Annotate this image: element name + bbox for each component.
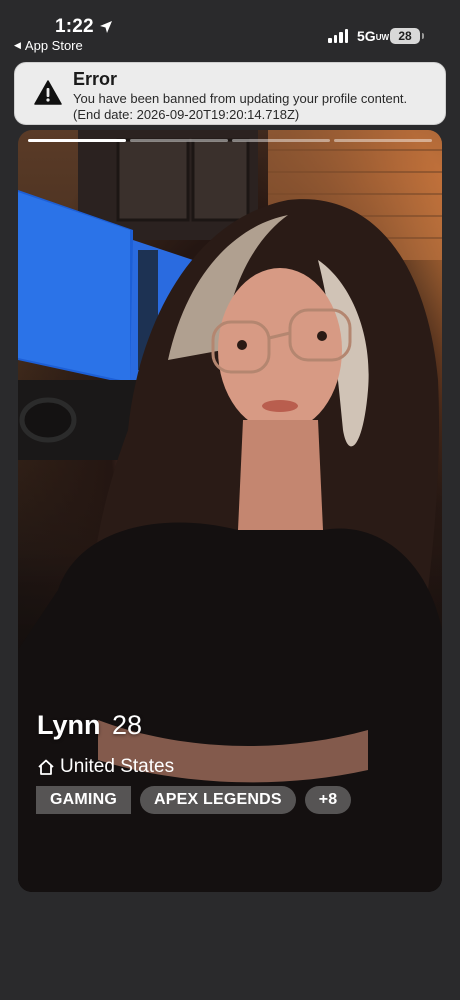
photo-progress [28, 139, 432, 142]
profile-name-age: Lynn 28 [37, 710, 142, 741]
photo-indicator[interactable] [130, 139, 228, 142]
toast-title: Error [73, 69, 118, 89]
battery-level: 28 [398, 29, 412, 43]
tag-gaming[interactable]: GAMING [36, 786, 131, 814]
network-type: 5GUW [357, 28, 390, 44]
battery-icon: 28 [390, 28, 424, 44]
profile-age: 28 [112, 710, 143, 740]
cellular-signal-icon [328, 28, 348, 43]
profile-name: Lynn [37, 710, 101, 740]
profile-location: United States [37, 756, 174, 778]
profile-card[interactable]: Lynn 28 United States GAMING APEX LEGEND… [18, 130, 442, 892]
back-arrow-icon: ◀ [14, 40, 21, 50]
warning-icon [34, 80, 62, 105]
toast-message: You have been banned from updating your … [73, 91, 408, 122]
back-to-app-button[interactable]: ◀ App Store [14, 38, 83, 53]
tag-more[interactable]: +8 [304, 786, 352, 814]
status-bar: 1:22 ◀ App Store 5GUW 28 [0, 0, 460, 58]
home-icon [38, 759, 54, 775]
interest-tags: GAMING APEX LEGENDS +8 [36, 786, 352, 814]
photo-indicator[interactable] [28, 139, 126, 142]
location-label: United States [60, 756, 175, 777]
tag-apex-legends[interactable]: APEX LEGENDS [139, 786, 296, 814]
photo-indicator[interactable] [232, 139, 330, 142]
photo-indicator[interactable] [334, 139, 432, 142]
location-arrow-icon [100, 21, 112, 33]
status-time: 1:22 [55, 16, 94, 37]
back-app-label: App Store [24, 38, 83, 53]
error-toast[interactable]: Error You have been banned from updating… [14, 62, 446, 125]
